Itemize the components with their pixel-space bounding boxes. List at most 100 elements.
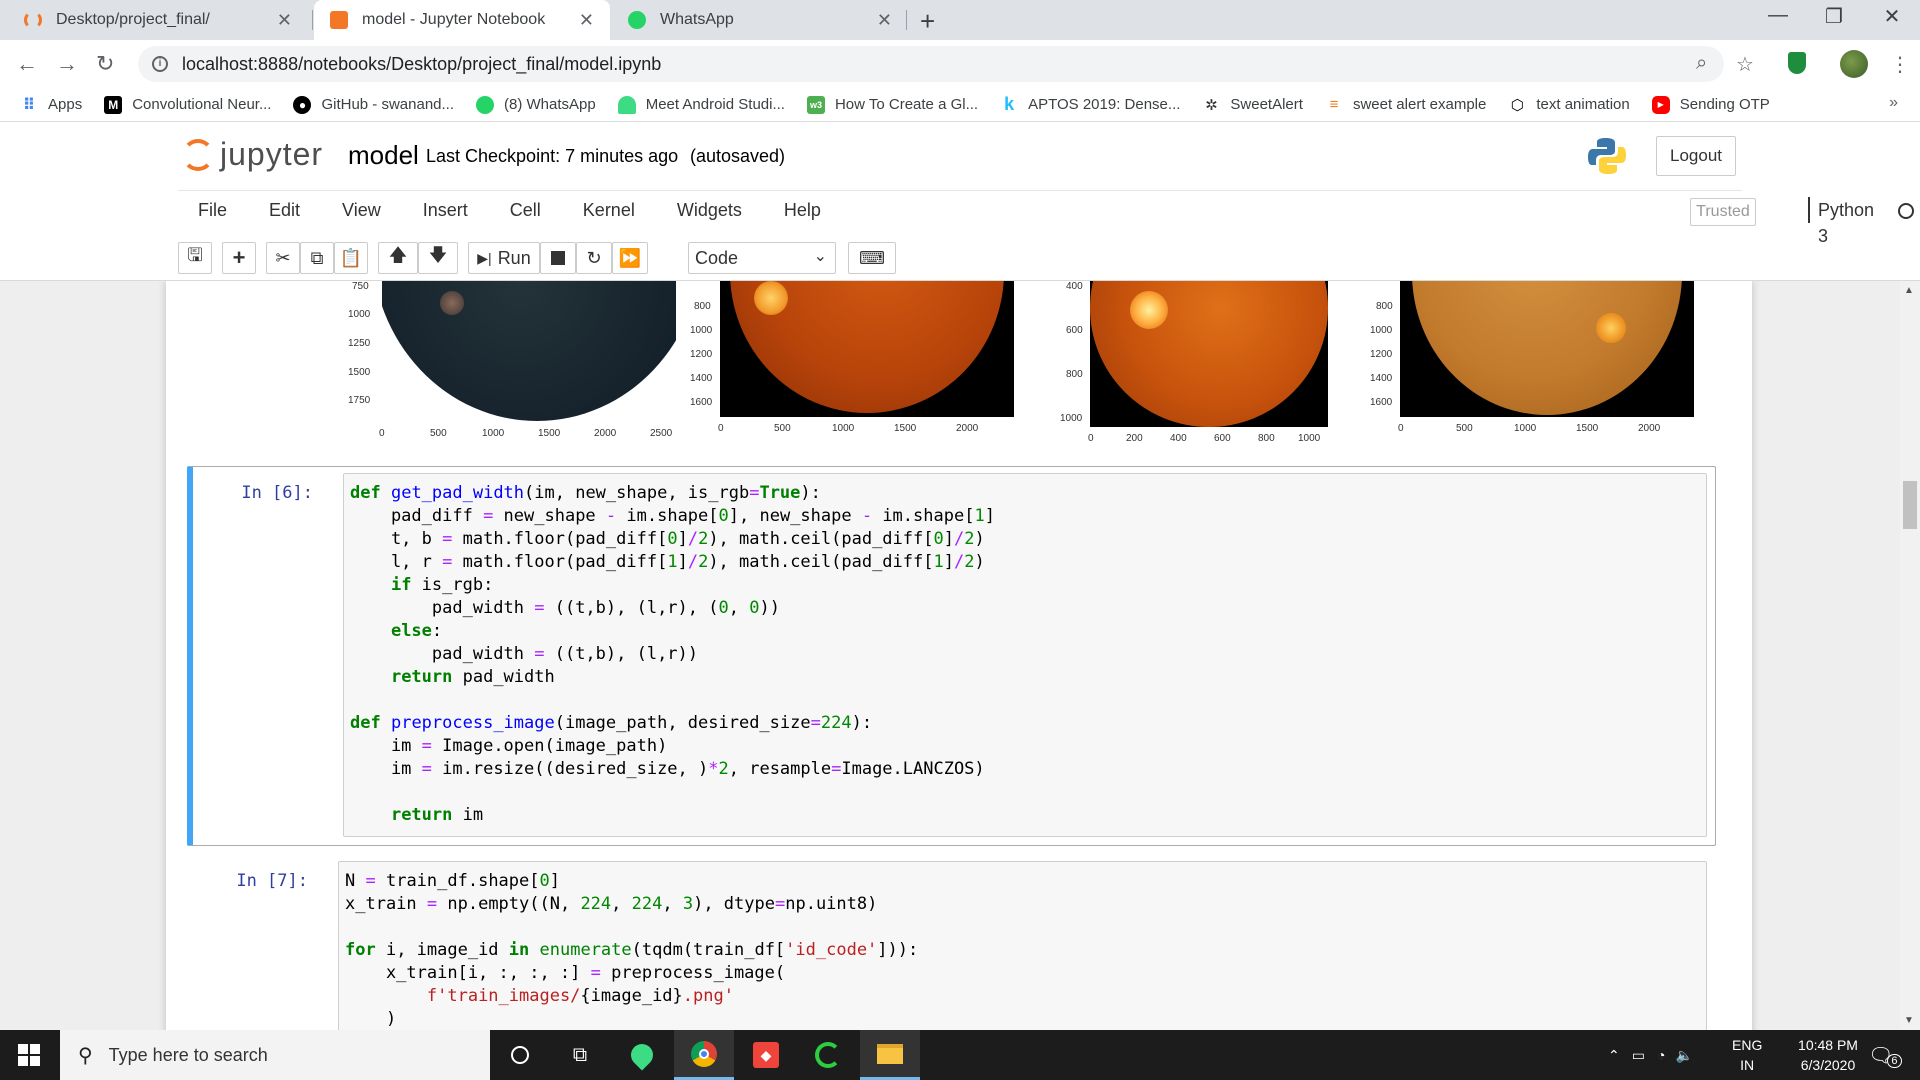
close-icon[interactable]: ✕ [277,10,292,31]
input-language[interactable]: ENG IN [1732,1030,1762,1080]
optic-disc [1130,291,1168,329]
bookmark-aptos[interactable]: k APTOS 2019: Dense... [1000,94,1180,114]
jupyter-logo[interactable]: jupyter [182,136,323,173]
restart-run-all-button[interactable]: ⏩ [612,242,648,274]
scroll-down-arrow-icon[interactable]: ▼ [1904,1015,1914,1026]
notebook-name[interactable]: model [348,140,419,171]
menu-cell[interactable]: Cell [510,200,541,221]
volume-icon[interactable]: 🔈 [1675,1047,1692,1064]
taskbar-app-file-explorer[interactable] [860,1030,920,1080]
logout-button[interactable]: Logout [1656,136,1736,176]
copy-button[interactable]: ⧉ [300,242,334,274]
bookmark-sweet-alert-example[interactable]: ≡ sweet alert example [1325,96,1487,114]
menu-edit[interactable]: Edit [269,200,300,221]
bookmarks-overflow-icon[interactable]: » [1889,94,1898,112]
taskbar-search-box[interactable]: ⚲ Type here to search [60,1030,490,1080]
bookmark-star-icon[interactable]: ☆ [1736,52,1754,77]
tray-overflow-chevron-icon[interactable]: ⌃ [1608,1047,1620,1064]
code-cell-7[interactable]: In [7]: N = train_df.shape[0] x_train = … [187,854,1716,1030]
wifi-icon[interactable]: ◔ [1657,1047,1665,1063]
cortana-button[interactable] [490,1030,550,1080]
x-tick: 800 [1258,433,1275,444]
tab-model-jupyter-notebook[interactable]: model - Jupyter Notebook ✕ [314,0,610,40]
bookmark-how-to-create[interactable]: w3 How To Create a Gl... [806,95,978,114]
x-tick: 400 [1170,433,1187,444]
address-bar[interactable]: i localhost:8888/notebooks/Desktop/proje… [138,46,1724,82]
bookmark-text-animation[interactable]: ⬡ text animation [1508,96,1630,114]
trusted-badge[interactable]: Trusted [1690,198,1756,226]
windows-start-icon[interactable] [18,1044,40,1066]
output-image-3 [1090,281,1328,427]
battery-icon[interactable]: ▭ [1632,1047,1645,1064]
x-tick: 1000 [832,423,855,434]
close-icon[interactable]: ✕ [877,10,892,31]
kernel-name[interactable]: Python 3 [1808,197,1874,246]
forward-arrow-icon[interactable]: → [56,51,78,77]
bookmark-github[interactable]: ● GitHub - swanand... [293,95,454,114]
command-palette-button[interactable]: ⌨ [848,242,896,274]
bookmark-label: sweet alert example [1352,96,1487,113]
close-icon[interactable]: ✕ [579,10,594,31]
back-arrow-icon[interactable]: ← [16,51,38,77]
region-code: IN [1740,1057,1755,1073]
notebook-scroll-area[interactable]: 750 1000 1250 1500 1750 0 500 1000 1500 … [0,281,1900,1030]
x-tick: 1000 [1298,433,1321,444]
site-info-icon[interactable]: i [152,56,168,72]
extension-shield-icon[interactable] [1788,52,1806,74]
menu-widgets[interactable]: Widgets [677,200,742,221]
scroll-thumb[interactable] [1903,481,1917,529]
move-up-button[interactable]: 🡅 [378,242,418,274]
bookmark-android-studio[interactable]: Meet Android Studi... [617,95,785,114]
bookmark-sweetalert[interactable]: ✲ SweetAlert [1202,96,1303,114]
menu-kernel[interactable]: Kernel [583,200,635,221]
taskbar-app-chrome[interactable] [674,1030,734,1080]
bookmark-apps[interactable]: ⠿ Apps [20,96,82,114]
tab-whatsapp[interactable]: WhatsApp ✕ [612,0,908,40]
new-tab-plus-icon[interactable]: + [920,6,935,37]
taskbar-app-jupyter[interactable] [798,1030,858,1080]
jupyter-logo-icon [182,138,214,171]
run-button[interactable]: ▶| Run [468,242,540,274]
paste-button[interactable]: 📋 [334,242,368,274]
restart-button[interactable]: ↻ [576,242,612,274]
x-tick: 2000 [1638,423,1661,434]
tab-desktop-project-final[interactable]: Desktop/project_final/ ✕ [8,0,308,40]
github-icon: ● [293,95,312,114]
profile-avatar[interactable] [1840,50,1868,78]
interrupt-button[interactable] [540,242,576,274]
menu-insert[interactable]: Insert [423,200,468,221]
menu-view[interactable]: View [342,200,381,221]
scroll-up-arrow-icon[interactable]: ▲ [1904,285,1914,296]
code-editor[interactable]: def get_pad_width(im, new_shape, is_rgb=… [343,473,1707,837]
bookmark-sending-otp[interactable]: ▶ Sending OTP [1651,95,1770,114]
menu-file[interactable]: File [198,200,227,221]
cut-button[interactable]: ✂ [266,242,300,274]
notification-count: 6 [1887,1054,1902,1068]
taskbar-app-maps[interactable] [612,1030,672,1080]
code-cell-6[interactable]: In [6]: def get_pad_width(im, new_shape,… [187,466,1716,846]
page-scrollbar[interactable]: ▲ ▼ [1900,281,1920,1030]
cell-type-select[interactable]: Code ⌄ [688,242,836,274]
save-button[interactable]: 🖫 [178,242,212,274]
insert-cell-button[interactable]: + [222,242,256,274]
move-down-button[interactable]: 🡇 [418,242,458,274]
x-tick: 500 [774,423,791,434]
minimize-icon[interactable]: — [1758,4,1798,27]
bookmark-label: Convolutional Neur... [132,96,272,113]
jupyter-favicon-icon [24,11,42,29]
bookmark-medium[interactable]: M Convolutional Neur... [104,95,272,114]
y-tick: 800 [1376,301,1393,312]
bookmark-whatsapp[interactable]: (8) WhatsApp [476,95,596,114]
kebab-menu-icon[interactable]: ⋮ [1890,52,1910,77]
zoom-icon[interactable]: ⌕ [1696,52,1707,75]
restore-icon[interactable]: ❐ [1814,4,1854,29]
window-close-icon[interactable]: ✕ [1872,4,1912,29]
output-image-2 [720,281,1014,417]
reload-icon[interactable]: ↻ [96,51,114,77]
clock[interactable]: 10:48 PM 6/3/2020 [1780,1030,1876,1080]
code-editor[interactable]: N = train_df.shape[0] x_train = np.empty… [338,861,1707,1030]
action-center-button[interactable]: 🗨 6 [1868,1030,1902,1080]
task-view-button[interactable]: ⧉ [550,1030,610,1080]
taskbar-app-anydesk[interactable]: ◆ [736,1030,796,1080]
menu-help[interactable]: Help [784,200,821,221]
